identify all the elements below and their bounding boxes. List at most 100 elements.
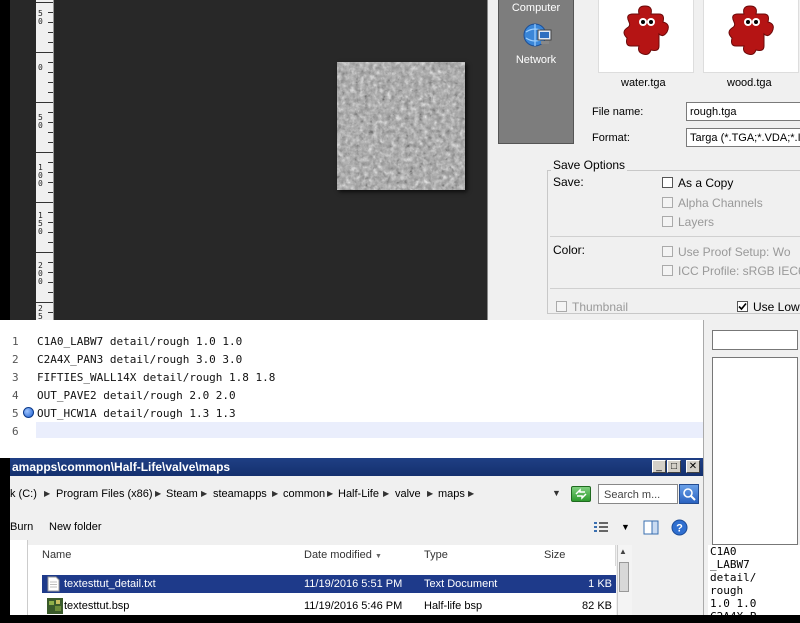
table-row[interactable]: textesttut_detail.txt 11/19/2016 5:51 PM… xyxy=(42,575,616,593)
scroll-up-icon[interactable]: ▲ xyxy=(619,547,627,556)
line-number: 2 xyxy=(12,353,19,366)
preview-line: 1.0 1.0 xyxy=(710,597,757,610)
ruler-tick xyxy=(36,102,53,103)
preview-pane-icon[interactable] xyxy=(643,520,659,535)
refresh-button[interactable] xyxy=(571,486,591,502)
code-line[interactable]: FIFTIES_WALL14X detail/rough 1.8 1.8 xyxy=(37,371,275,384)
breadcrumb-item[interactable]: valve xyxy=(395,488,421,500)
place-computer-label[interactable]: Computer xyxy=(499,2,573,14)
breadcrumb-item[interactable]: Program Files (x86) xyxy=(56,488,153,500)
breadcrumb-item[interactable]: maps xyxy=(438,488,465,500)
ruler-tick xyxy=(48,72,53,73)
icc-profile-label: ICC Profile: sRGB IEC6 xyxy=(678,264,800,278)
code-line[interactable]: OUT_HCW1A detail/rough 1.3 1.3 xyxy=(37,407,236,420)
help-icon[interactable]: ? xyxy=(671,519,688,536)
vertical-ruler: 50 0 50 100 150 200 250 xyxy=(36,0,54,329)
breadcrumb-arrow-icon[interactable]: ▶ xyxy=(201,489,207,498)
view-dropdown-icon[interactable]: ▼ xyxy=(621,522,630,532)
use-lower-case-label: Use Low xyxy=(753,300,800,314)
file-date: 11/19/2016 5:46 PM xyxy=(304,600,403,612)
burn-button[interactable]: Burn xyxy=(10,521,33,533)
view-list-icon[interactable] xyxy=(593,520,609,534)
column-header-date[interactable]: Date modified ▼ xyxy=(298,545,420,566)
preview-line: C1A0 xyxy=(710,545,737,558)
breadcrumb-arrow-icon[interactable]: ▶ xyxy=(44,489,50,498)
ruler-label: 50 xyxy=(38,9,43,26)
breadcrumb-item[interactable]: steamapps xyxy=(213,488,267,500)
close-button[interactable]: ✕ xyxy=(686,460,700,473)
ruler-label: 0 xyxy=(38,63,43,72)
code-line[interactable]: C2A4X_PAN3 detail/rough 3.0 3.0 xyxy=(37,353,242,366)
ruler-tick xyxy=(36,252,53,253)
thumbnail-wood-label: wood.tga xyxy=(727,77,772,89)
table-row[interactable]: textesttut.bsp 11/19/2016 5:46 PM Half-l… xyxy=(42,597,616,615)
minimize-button[interactable]: _ xyxy=(652,460,666,473)
panel-field[interactable] xyxy=(712,330,798,350)
ruler-tick xyxy=(48,312,53,313)
explorer-title-bar[interactable]: amapps\common\Half-Life\valve\maps xyxy=(10,458,703,476)
navigation-pane[interactable] xyxy=(10,540,28,615)
bookmark-icon[interactable] xyxy=(23,407,34,418)
preview-line: _LABW7 xyxy=(710,558,750,571)
breadcrumb-item[interactable]: Half-Life xyxy=(338,488,379,500)
breadcrumb-arrow-icon[interactable]: ▶ xyxy=(427,489,433,498)
thumbnail-water[interactable] xyxy=(598,0,694,73)
column-header-type[interactable]: Type xyxy=(418,545,540,566)
scrollbar-thumb[interactable] xyxy=(619,562,629,592)
column-header-name[interactable]: Name xyxy=(36,545,300,566)
network-icon[interactable] xyxy=(523,20,553,50)
file-size: 1 KB xyxy=(588,578,612,590)
address-dropdown-icon[interactable]: ▼ xyxy=(552,488,561,498)
breadcrumb-arrow-icon[interactable]: ▶ xyxy=(155,489,161,498)
place-network-label[interactable]: Network xyxy=(499,54,573,66)
line-number: 5 xyxy=(12,407,19,420)
puzzle-file-icon xyxy=(623,5,669,55)
maximize-button[interactable]: □ xyxy=(667,460,681,473)
breadcrumb-arrow-icon[interactable]: ▶ xyxy=(272,489,278,498)
file-date: 11/19/2016 5:51 PM xyxy=(304,578,403,590)
search-input[interactable]: Search m... xyxy=(598,484,678,504)
breadcrumb-arrow-icon[interactable]: ▶ xyxy=(327,489,333,498)
ruler-label: 200 xyxy=(38,261,43,286)
ruler-tick xyxy=(48,212,53,213)
line-number: 6 xyxy=(12,425,19,438)
minimize-icon: _ xyxy=(656,461,662,472)
refresh-icon xyxy=(575,488,587,500)
thumbnail-wood[interactable] xyxy=(703,0,799,73)
save-options-title: Save Options xyxy=(551,158,628,172)
preview-line: detail/ xyxy=(710,571,757,584)
file-name-input[interactable]: rough.tga xyxy=(686,102,800,121)
close-icon: ✕ xyxy=(688,461,698,472)
code-line[interactable]: OUT_PAVE2 detail/rough 2.0 2.0 xyxy=(37,389,236,402)
line-number: 4 xyxy=(12,389,19,402)
preview-text: C1A0 _LABW7 detail/ rough 1.0 1.0 C2A4X_… xyxy=(708,545,800,623)
ruler-tick xyxy=(48,242,53,243)
thumbnail-water-label: water.tga xyxy=(621,77,666,89)
ruler-label: 150 xyxy=(38,211,43,236)
use-lower-case-checkbox[interactable] xyxy=(737,301,748,312)
new-folder-button[interactable]: New folder xyxy=(49,521,102,533)
current-line-highlight xyxy=(36,422,703,438)
search-button[interactable] xyxy=(679,484,699,504)
ruler-label: 50 xyxy=(38,113,43,130)
screen-edge xyxy=(0,0,10,320)
breadcrumb-item[interactable]: Steam xyxy=(166,488,198,500)
breadcrumb-arrow-icon[interactable]: ▶ xyxy=(383,489,389,498)
breadcrumb-item[interactable]: k (C:) xyxy=(10,488,37,500)
panel-list[interactable] xyxy=(712,357,798,545)
breadcrumb-item[interactable]: common xyxy=(283,488,325,500)
ruler-tick xyxy=(48,232,53,233)
file-type: Text Document xyxy=(424,578,498,590)
save-label: Save: xyxy=(553,175,584,189)
as-a-copy-checkbox[interactable] xyxy=(662,177,673,188)
use-proof-setup-label: Use Proof Setup: Wo xyxy=(678,245,791,259)
ruler-tick xyxy=(48,112,53,113)
breadcrumb-arrow-icon[interactable]: ▶ xyxy=(468,489,474,498)
column-header-size[interactable]: Size xyxy=(538,545,616,566)
code-line[interactable]: C1A0_LABW7 detail/rough 1.0 1.0 xyxy=(37,335,242,348)
text-file-icon xyxy=(47,576,60,592)
thumbnail-checkbox xyxy=(556,301,567,312)
format-select[interactable]: Targa (*.TGA;*.VDA;*.IC xyxy=(686,128,800,147)
ruler-tick xyxy=(48,22,53,23)
line-number: 3 xyxy=(12,371,19,384)
